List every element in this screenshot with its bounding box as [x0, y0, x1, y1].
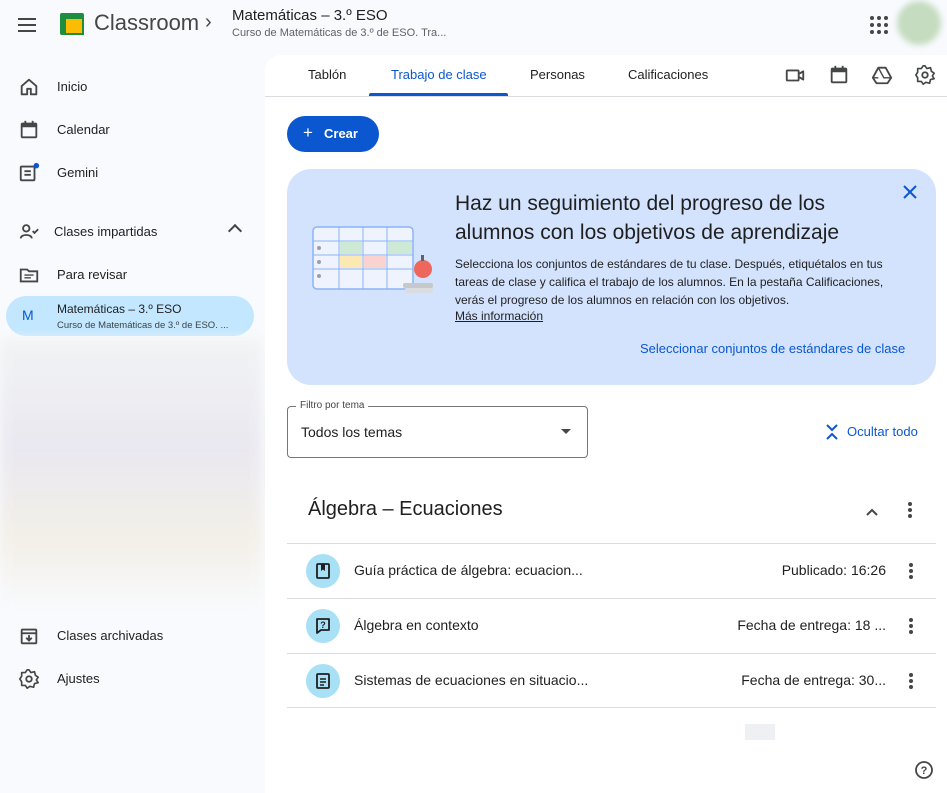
people-icon	[19, 224, 39, 239]
hide-all-label: Ocultar todo	[847, 424, 918, 439]
classwork-item-meta: Publicado: 16:26	[781, 562, 886, 578]
tab-grades[interactable]: Calificaciones	[628, 67, 708, 82]
more-options-icon[interactable]	[909, 618, 913, 634]
standards-illustration	[312, 226, 433, 293]
learning-goals-banner: Haz un seguimiento del progreso de los a…	[287, 169, 936, 385]
folder-review-icon	[19, 268, 39, 283]
topic-filter-label: Filtro por tema	[296, 400, 369, 411]
classwork-item-meta: Fecha de entrega: 30...	[741, 672, 886, 688]
sidebar-section-classes-taught[interactable]: Clases impartidas	[0, 211, 260, 251]
google-apps-icon[interactable]	[868, 14, 888, 34]
drive-icon[interactable]	[871, 64, 893, 86]
more-options-icon[interactable]	[909, 563, 913, 579]
svg-text:?: ?	[921, 765, 928, 777]
select-standards-button[interactable]: Seleccionar conjuntos de estándares de c…	[640, 341, 905, 356]
sidebar-item-label: Para revisar	[57, 266, 128, 282]
sidebar-section-label: Clases impartidas	[54, 223, 158, 239]
more-options-icon[interactable]	[909, 673, 913, 689]
sidebar-item-gemini[interactable]: Gemini	[0, 152, 260, 192]
svg-text:?: ?	[320, 620, 326, 630]
sidebar-class-title: Matemáticas – 3.º ESO	[57, 302, 182, 316]
sidebar-item-settings[interactable]: Ajustes	[0, 658, 260, 698]
learn-more-link[interactable]: Más información	[455, 309, 543, 323]
banner-body: Selecciona los conjuntos de estándares d…	[455, 257, 884, 307]
sidebar-item-label: Gemini	[57, 164, 99, 180]
create-button-label: Crear	[324, 126, 358, 141]
breadcrumb-chevron-icon: ›	[205, 11, 212, 33]
sidebar-item-active-class[interactable]: M Matemáticas – 3.º ESO Curso de Matemát…	[6, 296, 254, 336]
class-subtitle: Curso de Matemáticas de 3.º de ESO. Tra.…	[232, 27, 447, 39]
classwork-item-title: Sistemas de ecuaciones en situacio...	[354, 672, 589, 688]
classwork-item-title: Álgebra en contexto	[354, 617, 479, 633]
classwork-item[interactable]: Guía práctica de álgebra: ecuacion... Pu…	[287, 543, 936, 598]
sidebar-item-calendar[interactable]: Calendar	[0, 109, 260, 149]
chevron-up-icon[interactable]	[227, 223, 243, 239]
collapse-all-icon	[826, 424, 838, 440]
gemini-icon	[19, 162, 40, 182]
app-title[interactable]: Classroom	[94, 10, 199, 36]
main-panel: Tablón Trabajo de clase Personas Calific…	[265, 55, 947, 793]
video-call-icon[interactable]	[784, 64, 806, 86]
calendar-icon[interactable]	[828, 64, 850, 86]
sidebar-item-home[interactable]: Inicio	[0, 66, 260, 106]
sidebar-item-label: Ajustes	[57, 670, 100, 686]
sidebar-item-label: Clases archivadas	[57, 627, 164, 643]
topic-filter-value: Todos los temas	[301, 424, 403, 440]
question-icon: ?	[306, 609, 340, 643]
dropdown-arrow-icon	[561, 429, 571, 434]
top-bar: Classroom › Matemáticas – 3.º ESO Curso …	[0, 0, 947, 52]
blurred-chip	[745, 724, 775, 740]
sidebar-class-subtitle: Curso de Matemáticas de 3.º de ESO. ...	[57, 320, 229, 331]
gear-icon	[19, 669, 39, 689]
topic-filter-select[interactable]: Filtro por tema Todos los temas	[287, 400, 588, 458]
classroom-logo-icon[interactable]	[60, 13, 84, 35]
sidebar-item-archived[interactable]: Clases archivadas	[0, 615, 260, 655]
banner-heading: Haz un seguimiento del progreso de los a…	[455, 192, 840, 244]
account-avatar[interactable]	[897, 1, 941, 45]
sidebar-item-to-review[interactable]: Para revisar	[0, 254, 260, 294]
chevron-up-icon[interactable]	[865, 505, 879, 519]
class-title[interactable]: Matemáticas – 3.º ESO	[232, 7, 388, 24]
help-icon[interactable]: ?	[914, 760, 934, 780]
archive-icon	[20, 628, 38, 645]
sidebar-item-label: Inicio	[57, 78, 88, 94]
assignment-icon	[306, 664, 340, 698]
material-icon	[306, 554, 340, 588]
classwork-item[interactable]: Sistemas de ecuaciones en situacio... Fe…	[287, 653, 936, 708]
topic-title[interactable]: Álgebra – Ecuaciones	[308, 498, 503, 521]
sidebar-item-label: Calendar	[57, 121, 110, 137]
calendar-icon	[20, 120, 38, 139]
tab-classwork[interactable]: Trabajo de clase	[391, 67, 487, 82]
close-icon[interactable]	[901, 183, 919, 201]
sidebar: Inicio Calendar Gemini Clases impartidas…	[0, 52, 265, 793]
classwork-item-meta: Fecha de entrega: 18 ...	[737, 617, 886, 633]
plus-icon: +	[303, 123, 313, 142]
classwork-item-title: Guía práctica de álgebra: ecuacion...	[354, 562, 583, 578]
topic-more-options-icon[interactable]	[908, 502, 912, 518]
class-initial-avatar: M	[22, 307, 34, 323]
tab-people[interactable]: Personas	[530, 67, 585, 82]
gear-icon[interactable]	[914, 64, 936, 86]
home-icon	[20, 78, 38, 96]
classwork-item[interactable]: ? Álgebra en contexto Fecha de entrega: …	[287, 598, 936, 653]
create-button[interactable]: + Crear	[287, 116, 379, 152]
main-menu-icon[interactable]	[15, 13, 39, 37]
tab-stream[interactable]: Tablón	[308, 67, 346, 82]
active-tab-indicator	[369, 93, 508, 96]
blurred-class-list	[0, 338, 262, 608]
class-tabs: Tablón Trabajo de clase Personas Calific…	[265, 55, 947, 97]
